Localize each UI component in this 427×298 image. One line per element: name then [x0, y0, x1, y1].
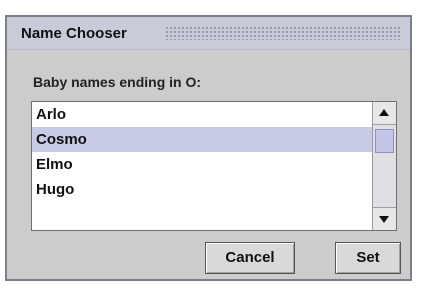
- set-button[interactable]: Set: [335, 242, 401, 274]
- scrollbar-thumb[interactable]: [375, 129, 394, 153]
- list-item[interactable]: Hugo: [32, 177, 372, 202]
- list-item[interactable]: Elmo: [32, 152, 372, 177]
- window-title: Name Chooser: [21, 25, 127, 42]
- scroll-up-button[interactable]: [373, 102, 396, 125]
- names-list-items: Arlo Cosmo Elmo Hugo: [32, 102, 372, 230]
- cancel-button[interactable]: Cancel: [205, 242, 295, 274]
- title-bar-grip[interactable]: [165, 26, 400, 40]
- names-list[interactable]: Arlo Cosmo Elmo Hugo: [31, 101, 397, 231]
- list-item-selected[interactable]: Cosmo: [32, 127, 372, 152]
- arrow-down-icon: [379, 216, 389, 223]
- scroll-down-button[interactable]: [373, 207, 396, 230]
- arrow-up-icon: [379, 109, 389, 116]
- vertical-scrollbar[interactable]: [372, 102, 396, 230]
- list-item[interactable]: Arlo: [32, 102, 372, 127]
- name-chooser-dialog: Name Chooser Baby names ending in O: Arl…: [5, 15, 412, 281]
- list-prompt-label: Baby names ending in O:: [33, 74, 202, 90]
- title-bar[interactable]: Name Chooser: [7, 17, 410, 50]
